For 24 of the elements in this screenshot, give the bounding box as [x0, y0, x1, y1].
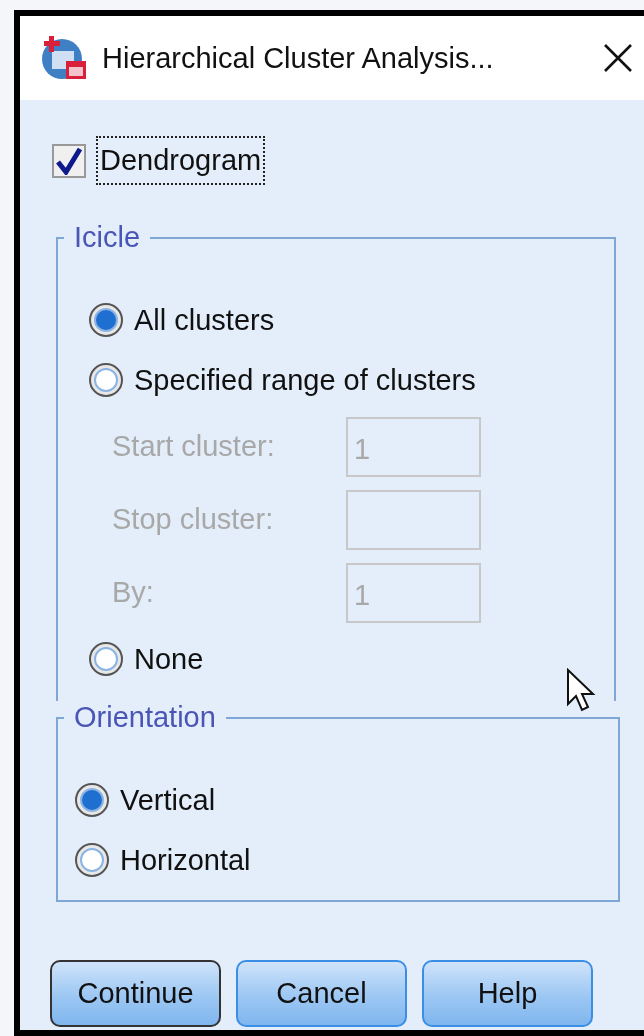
radio-label: None	[134, 642, 204, 676]
dialog-button[interactable]: Continue	[50, 960, 221, 1027]
window-title: Hierarchical Cluster Analysis...	[102, 41, 495, 75]
radio-label: Horizontal	[120, 843, 251, 877]
radio-label: Specified range of clusters	[134, 363, 476, 397]
radio-label: Vertical	[120, 783, 216, 817]
checkbox[interactable]	[52, 143, 86, 178]
cursor-icon	[566, 668, 596, 714]
radio-button[interactable]	[74, 782, 110, 818]
field-label: Start cluster:	[112, 430, 276, 463]
radio-button[interactable]	[74, 842, 110, 878]
checkbox-label: Dendrogram	[98, 138, 264, 183]
dialog-button[interactable]: Help	[422, 960, 593, 1027]
radio-label: All clusters	[134, 303, 275, 337]
group-title: Orientation	[73, 701, 217, 734]
radio-button[interactable]	[88, 302, 124, 338]
app-icon	[40, 35, 88, 81]
field-label: By:	[112, 576, 155, 609]
field-label: Stop cluster:	[112, 503, 275, 536]
radio-button[interactable]	[88, 641, 124, 677]
dialog-button[interactable]: Cancel	[236, 960, 407, 1027]
radio-button[interactable]	[88, 362, 124, 398]
close-icon[interactable]	[602, 42, 634, 74]
group-title: Icicle	[73, 221, 142, 254]
